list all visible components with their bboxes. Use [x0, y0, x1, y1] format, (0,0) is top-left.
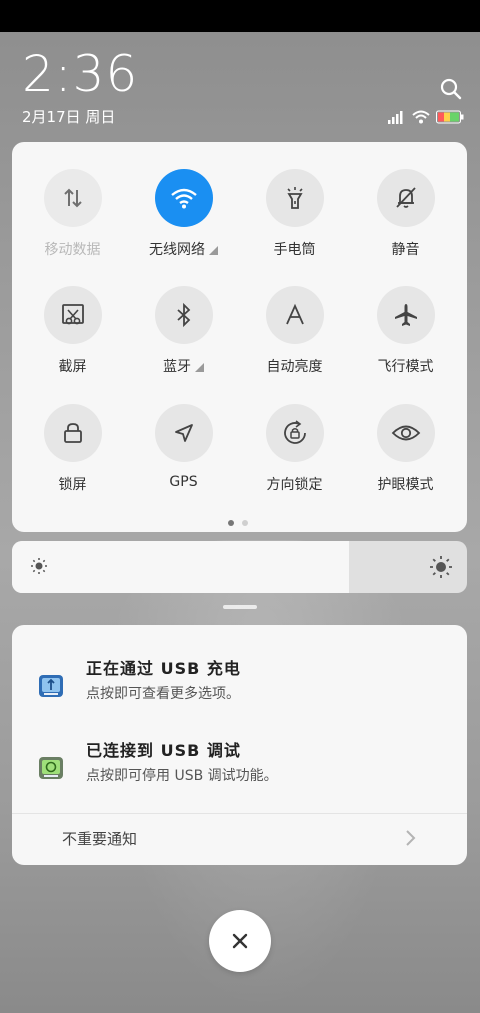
- tile-label: 静音: [392, 239, 420, 259]
- close-icon: [232, 933, 248, 949]
- tile-label-text: 锁屏: [58, 477, 87, 493]
- quick-settings-panel: 移动数据 无线网络 手电筒 静音截屏 蓝牙 自动亮度 飞行模式锁屏 GPS 方向锁定 护眼模式: [12, 142, 467, 532]
- notification-body: 点按即可停用 USB 调试功能。: [86, 768, 278, 784]
- tile-label-text: 护眼模式: [377, 477, 434, 493]
- tile-label-text: 方向锁定: [266, 477, 323, 493]
- rotation-lock-icon[interactable]: [265, 404, 324, 462]
- gps-icon[interactable]: [154, 404, 213, 462]
- notification-body: 点按即可查看更多选项。: [86, 686, 240, 702]
- search-icon[interactable]: [438, 76, 464, 102]
- tile-label: 自动亮度: [267, 356, 323, 376]
- unimportant-notifications-link[interactable]: 不重要通知: [62, 828, 137, 849]
- notification-title: 已连接到 USB 调试: [86, 741, 241, 760]
- tile-label-text: 自动亮度: [266, 359, 323, 375]
- tile-eye[interactable]: 护眼模式: [350, 404, 461, 514]
- tile-bluetooth[interactable]: 蓝牙: [128, 286, 239, 396]
- mobile-data-icon[interactable]: [43, 169, 102, 227]
- usb-charging-icon: [39, 675, 63, 697]
- wifi-icon[interactable]: [154, 169, 213, 227]
- clear-all-button[interactable]: [209, 910, 271, 972]
- tile-label: 锁屏: [59, 474, 87, 494]
- android-debug-icon: [39, 757, 63, 779]
- tile-label: 无线网络: [149, 239, 218, 259]
- chevron-right-icon[interactable]: [404, 827, 418, 849]
- brightness-fill: [12, 541, 349, 593]
- tile-label: 方向锁定: [267, 474, 323, 494]
- tile-auto-brightness[interactable]: 自动亮度: [239, 286, 350, 396]
- screenshot-icon[interactable]: [43, 286, 102, 344]
- signal-icon: [388, 111, 403, 124]
- tile-screenshot[interactable]: 截屏: [17, 286, 128, 396]
- tile-airplane[interactable]: 飞行模式: [350, 286, 461, 396]
- tile-mobile-data[interactable]: 移动数据: [17, 169, 128, 279]
- notification-card: 正在通过 USB 充电 点按即可查看更多选项。 已连接到 USB 调试 点按即可…: [12, 625, 467, 865]
- mute-bell-icon[interactable]: [376, 169, 435, 227]
- brightness-slider[interactable]: [12, 541, 467, 593]
- tile-label: 手电筒: [274, 239, 316, 259]
- flashlight-icon[interactable]: [265, 169, 324, 227]
- page-dot: [242, 520, 248, 526]
- tile-label-text: 手电筒: [273, 242, 316, 258]
- tile-label: 截屏: [59, 356, 87, 376]
- tile-label-text: 飞行模式: [377, 359, 434, 375]
- tile-label-text: 蓝牙: [163, 359, 191, 375]
- expand-triangle-icon[interactable]: [195, 362, 204, 372]
- page-dot: [228, 520, 234, 526]
- tile-flashlight[interactable]: 手电筒: [239, 169, 350, 279]
- battery-icon: [436, 110, 464, 124]
- tile-label: 移动数据: [45, 239, 101, 259]
- tile-wifi[interactable]: 无线网络: [128, 169, 239, 279]
- tile-lock[interactable]: 锁屏: [17, 404, 128, 514]
- tile-gps[interactable]: GPS: [128, 404, 239, 514]
- notification-usb-debug[interactable]: 已连接到 USB 调试 点按即可停用 USB 调试功能。: [12, 737, 467, 807]
- status-bar: [0, 0, 480, 32]
- date: 2月17日 周日: [22, 108, 116, 126]
- tile-label: 飞行模式: [378, 356, 434, 376]
- expand-triangle-icon[interactable]: [209, 245, 218, 255]
- brightness-high-icon: [430, 556, 452, 578]
- wifi-status-icon: [412, 110, 430, 124]
- airplane-icon[interactable]: [376, 286, 435, 344]
- auto-brightness-icon[interactable]: [265, 286, 324, 344]
- eye-icon[interactable]: [376, 404, 435, 462]
- tile-label: 护眼模式: [378, 474, 434, 494]
- notification-usb-charging[interactable]: 正在通过 USB 充电 点按即可查看更多选项。: [12, 655, 467, 725]
- tile-rotation-lock[interactable]: 方向锁定: [239, 404, 350, 514]
- divider: [12, 813, 467, 814]
- clock: 2:36: [22, 45, 139, 103]
- tile-mute-bell[interactable]: 静音: [350, 169, 461, 279]
- drag-handle[interactable]: [223, 605, 257, 609]
- system-status-icons: [388, 108, 464, 126]
- tile-label-text: 移动数据: [44, 242, 101, 258]
- lock-icon[interactable]: [43, 404, 102, 462]
- tile-label-text: 静音: [391, 242, 420, 258]
- tile-label: GPS: [169, 474, 197, 490]
- tile-label-text: GPS: [169, 474, 198, 490]
- tile-label-text: 无线网络: [149, 242, 205, 258]
- page-indicator: [228, 520, 248, 526]
- brightness-low-icon: [31, 558, 47, 574]
- bluetooth-icon[interactable]: [154, 286, 213, 344]
- tile-label: 蓝牙: [163, 356, 204, 376]
- notification-title: 正在通过 USB 充电: [86, 659, 241, 678]
- tile-label-text: 截屏: [58, 359, 87, 375]
